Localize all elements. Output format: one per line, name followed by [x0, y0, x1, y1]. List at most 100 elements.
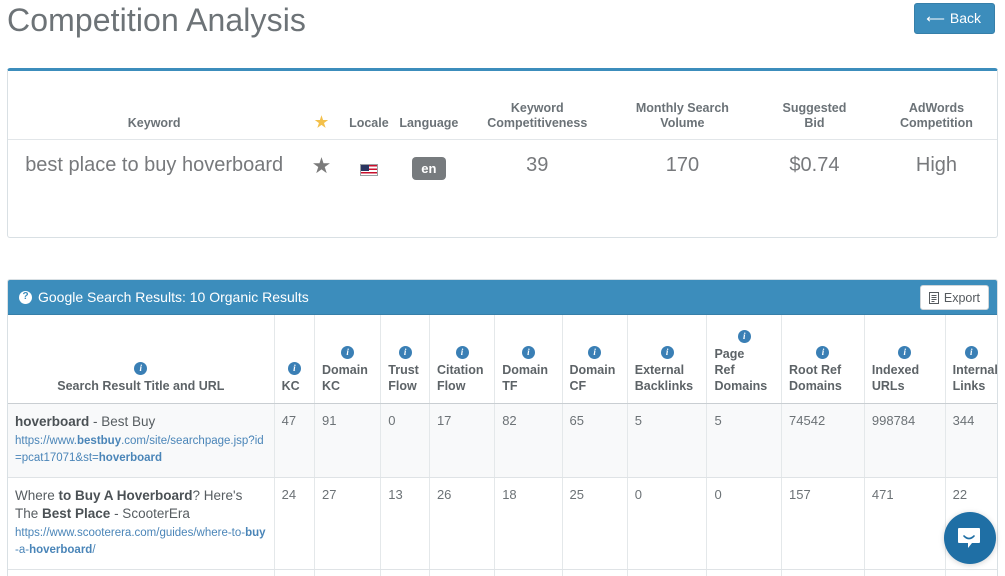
domain-cf-line1: Domain — [569, 362, 616, 377]
keyword-favorite-toggle[interactable]: ★ — [300, 140, 342, 192]
keyword-locale — [343, 140, 395, 192]
info-circle-icon[interactable]: i — [398, 345, 412, 359]
info-circle-icon[interactable]: i — [134, 361, 148, 375]
search-result-title[interactable]: hoverboard - Best Buy — [15, 413, 267, 431]
metric-cell — [781, 569, 865, 576]
info-circle-icon[interactable]: i — [898, 345, 912, 359]
metric-cell — [380, 569, 430, 576]
citation-flow-line2: Flow — [436, 378, 466, 393]
column-header-citation-flow: i Citation Flow — [429, 315, 496, 404]
keyword-value: best place to buy hoverboard — [25, 154, 284, 176]
domain-cf-line2: CF — [569, 378, 587, 393]
metric-cell-domain-cf: 65 — [562, 403, 628, 478]
intercom-chat-button[interactable] — [944, 512, 996, 564]
search-results-header-row: i Search Result Title and URL i KC i Dom… — [8, 315, 997, 404]
metric-cell-citation-flow: 17 — [429, 403, 496, 478]
search-result-cell: Where to Buy A Hoverboard? Here's The Be… — [8, 477, 275, 570]
search-results-title: Google Search Results: 10 Organic Result… — [38, 289, 309, 305]
indexed-urls-line1: Indexed — [871, 362, 920, 377]
monthly-search-volume-value: 170 — [665, 154, 700, 176]
page-ref-domains-line2: Domains — [714, 378, 768, 393]
metric-cell — [314, 569, 382, 576]
root-ref-domains-line2: Domains — [789, 378, 842, 393]
kc-header-line1: Keyword — [510, 101, 564, 115]
title-col-label: Search Result Title and URL — [57, 378, 225, 393]
page-title: Competition Analysis — [7, 2, 307, 38]
metric-cell-root-ref-domains: 74542 — [781, 403, 865, 478]
language-badge: en — [411, 157, 446, 180]
info-circle-icon[interactable]: i — [287, 361, 301, 375]
page-ref-domains-line1: Ref — [714, 362, 735, 377]
column-header-domain-tf: i Domain TF — [494, 315, 563, 404]
search-result-url[interactable]: https://www.scooterera.com/guides/where-… — [15, 525, 267, 559]
column-header-suggested-bid: Suggested Bid — [752, 71, 876, 140]
metric-cell-indexed-urls: 998784 — [864, 403, 946, 478]
info-circle-icon[interactable]: i — [816, 345, 830, 359]
citation-flow-line1: Citation — [436, 362, 484, 377]
table-row[interactable]: hoverboard - Best Buy https://www.bestbuy… — [8, 403, 997, 478]
keyword-summary-row: best place to buy hoverboard ★ en 39 170 — [8, 140, 997, 192]
info-circle-icon[interactable]: i — [964, 345, 978, 359]
info-circle-icon[interactable]: i — [521, 345, 535, 359]
metric-cell-external-backlinks: 5 — [627, 403, 708, 478]
metric-cell — [562, 569, 628, 576]
document-icon — [928, 291, 939, 304]
column-header-trust-flow: i Trust Flow — [380, 315, 430, 404]
question-circle-icon[interactable]: ? — [19, 290, 32, 304]
external-backlinks-line1: External — [634, 362, 685, 377]
keyword-summary-table: Keyword ★ Locale Language Keyword Compet… — [8, 71, 997, 191]
metric-cell-domain-tf: 82 — [494, 403, 563, 478]
info-circle-icon[interactable]: i — [455, 345, 469, 359]
column-header-star: ★ — [300, 71, 343, 140]
metric-cell — [945, 569, 997, 576]
column-header-indexed-urls: i Indexed URLs — [864, 315, 946, 404]
star-icon: ★ — [314, 114, 329, 131]
export-button[interactable]: Export — [919, 285, 989, 310]
column-header-external-backlinks: i External Backlinks — [627, 315, 708, 404]
metric-cell-domain-tf: 18 — [494, 477, 563, 570]
adw-header-line1: AdWords — [908, 101, 965, 115]
us-flag-icon — [359, 163, 378, 176]
internal-links-line2: Links — [952, 378, 986, 393]
column-header-keyword-competitiveness: Keyword Competitiveness — [462, 71, 612, 140]
search-results-table: i Search Result Title and URL i KC i Dom… — [8, 315, 997, 576]
metric-cell-page-ref-domains: 5 — [706, 403, 783, 478]
back-button[interactable]: ⟵ Back — [914, 3, 995, 34]
metric-cell — [627, 569, 708, 576]
metric-cell-domain-kc: 27 — [314, 477, 382, 570]
metric-cell-page-ref-domains: 0 — [706, 477, 783, 570]
bid-header-line1: Suggested — [782, 101, 847, 115]
column-header-internal-links: i Internal Links — [945, 315, 997, 404]
keyword-language: en — [395, 140, 463, 192]
indexed-urls-line2: URLs — [871, 378, 905, 393]
info-circle-icon[interactable]: i — [660, 345, 674, 359]
table-row[interactable] — [8, 569, 997, 576]
info-circle-icon[interactable]: i — [737, 329, 751, 343]
back-button-label: Back — [949, 10, 981, 26]
metric-cell-citation-flow: 26 — [429, 477, 496, 570]
column-header-search-result-title-url: i Search Result Title and URL — [8, 315, 275, 404]
metric-cell-domain-kc: 91 — [314, 403, 382, 478]
metric-cell-trust-flow: 13 — [380, 477, 430, 570]
search-results-header: ? Google Search Results: 10 Organic Resu… — [8, 280, 997, 315]
adwords-competition-value: High — [915, 154, 958, 176]
export-button-label: Export — [943, 290, 980, 305]
metric-cell — [8, 569, 275, 576]
domain-tf-line2: TF — [502, 378, 518, 393]
column-header-monthly-search-volume: Monthly Search Volume — [611, 71, 753, 140]
keyword-summary-panel: Keyword ★ Locale Language Keyword Compet… — [7, 68, 998, 238]
search-result-cell: hoverboard - Best Buy https://www.bestbuy… — [8, 403, 275, 478]
msv-header-line1: Monthly Search — [635, 101, 729, 115]
metric-cell — [494, 569, 563, 576]
msv-header-line2: Volume — [660, 116, 705, 130]
info-circle-icon[interactable]: i — [588, 345, 602, 359]
search-results-body-rows: hoverboard - Best Buy https://www.bestbuy… — [8, 403, 997, 576]
metric-cell — [429, 569, 496, 576]
search-result-url[interactable]: https://www.bestbuy.com/site/searchpage.… — [15, 433, 267, 467]
column-header-language: Language — [395, 71, 463, 140]
search-result-title[interactable]: Where to Buy A Hoverboard? Here's The Be… — [15, 487, 267, 523]
info-circle-icon[interactable]: i — [341, 345, 355, 359]
table-row[interactable]: Where to Buy A Hoverboard? Here's The Be… — [8, 477, 997, 570]
column-header-keyword: Keyword — [8, 71, 301, 140]
trust-flow-line1: Trust — [388, 362, 419, 377]
